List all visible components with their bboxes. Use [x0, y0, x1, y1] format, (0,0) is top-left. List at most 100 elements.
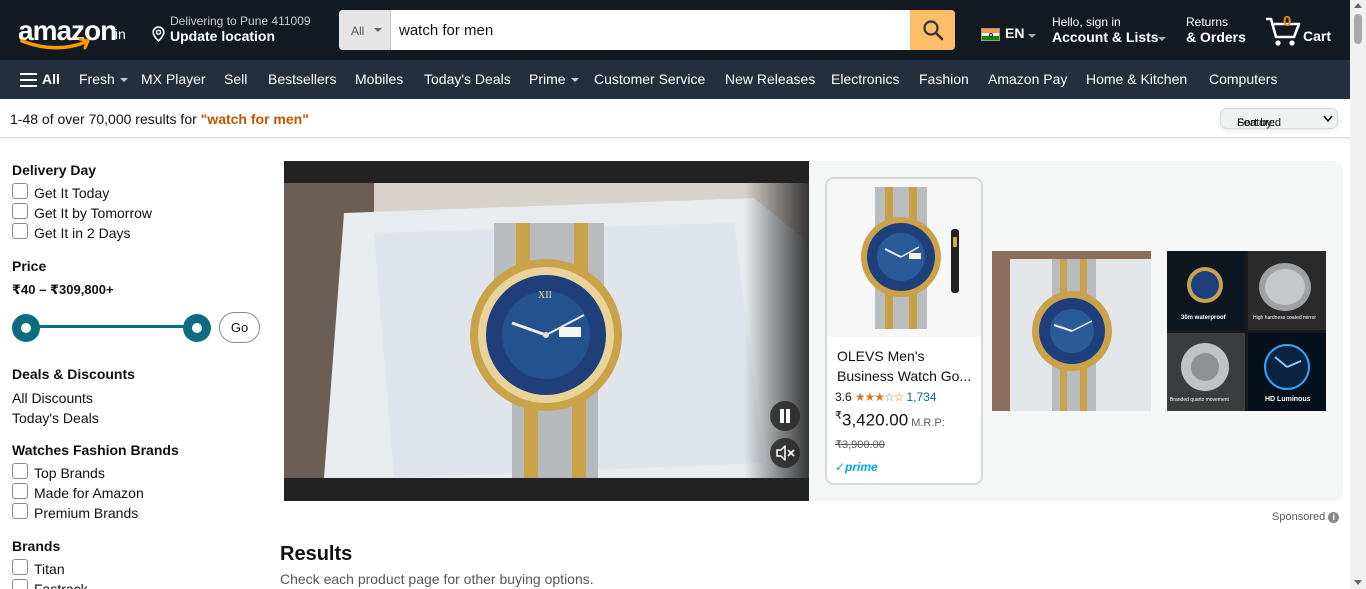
search-input[interactable] [391, 10, 910, 50]
fashion-brands-heading: Watches Fashion Brands [12, 442, 179, 458]
sponsored-thumb-2[interactable]: 30m waterproof High hardness coated mirr… [1167, 251, 1326, 411]
sponsored-product-card[interactable]: OLEVS Men's Business Watch Go... 3.6 ★★★☆… [825, 177, 983, 485]
scroll-down-icon[interactable] [1354, 580, 1362, 585]
sponsored-label[interactable]: Sponsored i [1272, 511, 1340, 523]
account-menu[interactable]: Hello, sign in Account & Lists [1052, 15, 1168, 49]
nav-item-bestsellers[interactable]: Bestsellers [268, 71, 336, 87]
nav-item-new-releases[interactable]: New Releases [725, 71, 815, 87]
checkbox[interactable] [12, 503, 28, 519]
sign-in-greeting: Hello, sign in [1052, 15, 1121, 29]
chevron-down-icon [570, 78, 579, 83]
nav-item-fashion[interactable]: Fashion [919, 71, 969, 87]
link-todays-deals[interactable]: Today's Deals [12, 410, 99, 426]
chevron-down-icon [119, 78, 128, 83]
product-watch-image [827, 179, 981, 337]
location-pin-icon [152, 26, 165, 42]
price-go-button[interactable]: Go [219, 312, 260, 343]
sponsored-text: Sponsored [1272, 511, 1326, 523]
price-slider[interactable] [12, 312, 212, 342]
rating-count: 1,734 [906, 390, 937, 404]
prime-badge: ✓prime [835, 460, 878, 474]
sort-dropdown[interactable]: Sort by: Featured [1220, 108, 1338, 129]
mrp-label: M.R.P: [911, 416, 945, 429]
nav-all[interactable]: All [42, 71, 60, 87]
checkbox[interactable] [12, 559, 28, 575]
nav-item-fresh[interactable]: Fresh [79, 71, 128, 87]
amazon-logo[interactable]: amazon .in [18, 11, 134, 51]
logo-smile-icon [20, 38, 90, 50]
chevron-down-icon [1028, 34, 1036, 38]
watch-in-box-image [992, 251, 1151, 411]
logo-suffix: .in [111, 26, 126, 42]
scroll-up-icon[interactable] [1354, 3, 1362, 8]
sort-value: Featured [1237, 117, 1282, 129]
sponsored-video[interactable]: XII [284, 161, 809, 501]
link-all-discounts[interactable]: All Discounts [12, 390, 93, 406]
search-bar: All [339, 10, 955, 50]
results-query: "watch for men" [200, 111, 309, 127]
thumb-caption-waterproof: 30m waterproof [1181, 315, 1226, 321]
svg-text:XII: XII [538, 290, 552, 301]
deals-heading: Deals & Discounts [12, 366, 135, 382]
mute-button[interactable] [770, 438, 800, 468]
mute-icon [776, 445, 795, 461]
nav-item-electronics[interactable]: Electronics [831, 71, 899, 87]
checkbox[interactable] [12, 463, 28, 479]
search-category-dropdown[interactable]: All [339, 10, 391, 50]
product-rating[interactable]: 3.6 ★★★☆☆ 1,734 [835, 390, 937, 404]
cart-button[interactable]: 0 Cart [1264, 10, 1336, 50]
checkbox[interactable] [12, 483, 28, 499]
nav-item-computers[interactable]: Computers [1209, 71, 1277, 87]
brands-heading: Brands [12, 538, 61, 554]
language-code: EN [1005, 25, 1025, 41]
checkbox[interactable] [12, 223, 28, 239]
returns-orders[interactable]: Returns & Orders [1186, 15, 1252, 49]
results-heading: Results [280, 543, 353, 565]
results-subtext: Check each product page for other buying… [280, 571, 594, 587]
original-price: ₹3,900.00 [835, 439, 885, 451]
nav-item-mobiles[interactable]: Mobiles [355, 71, 403, 87]
checkbox[interactable] [12, 579, 28, 589]
price-max-handle[interactable] [183, 314, 211, 342]
product-image[interactable] [827, 179, 981, 337]
search-button[interactable] [910, 10, 955, 50]
info-icon: i [1328, 512, 1340, 523]
filter-label: Fastrack [34, 581, 88, 589]
product-title[interactable]: OLEVS Men's Business Watch Go... [837, 346, 977, 386]
delivery-location[interactable]: Delivering to Pune 411009 Update locatio… [152, 14, 327, 48]
language-selector[interactable]: EN [979, 25, 1037, 45]
filter-label: Get It Today [34, 185, 110, 201]
nav-item-customer-service[interactable]: Customer Service [594, 71, 705, 87]
results-count: 1-48 of over 70,000 results for "watch f… [10, 111, 309, 127]
checkbox[interactable] [12, 183, 28, 199]
nav-item-todays-deals[interactable]: Today's Deals [424, 71, 511, 87]
chevron-down-icon [374, 28, 382, 32]
pause-button[interactable] [770, 401, 800, 431]
checkbox[interactable] [12, 203, 28, 219]
results-count-text: 1-48 of over 70,000 results for [10, 111, 201, 127]
nav-item-prime[interactable]: Prime [529, 71, 579, 87]
delivery-day-heading: Delivery Day [12, 162, 97, 178]
search-icon [923, 20, 944, 41]
rating-value: 3.6 [835, 390, 852, 404]
category-nav: All Fresh MX Player Sell Bestsellers Mob… [0, 60, 1366, 99]
india-flag-icon [981, 28, 1000, 41]
video-watch-image: XII [284, 183, 809, 478]
nav-item-home-kitchen[interactable]: Home & Kitchen [1086, 71, 1187, 87]
nav-item-sell[interactable]: Sell [224, 71, 247, 87]
nav-item-mx-player[interactable]: MX Player [141, 71, 206, 87]
nav-item-amazon-pay[interactable]: Amazon Pay [988, 71, 1067, 87]
filter-label: Top Brands [34, 465, 105, 481]
cart-count: 0 [1283, 13, 1292, 30]
hamburger-menu-icon[interactable] [20, 73, 37, 87]
account-lists-label: Account & Lists [1052, 29, 1159, 45]
product-price: ₹3,420.00 M.R.P: [835, 409, 945, 431]
pause-icon [780, 409, 790, 423]
filter-label: Get It by Tomorrow [34, 205, 153, 221]
sponsored-thumb-1[interactable] [992, 251, 1151, 411]
filter-label: Made for Amazon [34, 485, 144, 501]
page-scrollbar[interactable] [1350, 0, 1366, 589]
price-min-handle[interactable] [12, 314, 40, 342]
search-category-label: All [351, 24, 365, 38]
scrollbar-thumb[interactable] [1354, 14, 1362, 44]
